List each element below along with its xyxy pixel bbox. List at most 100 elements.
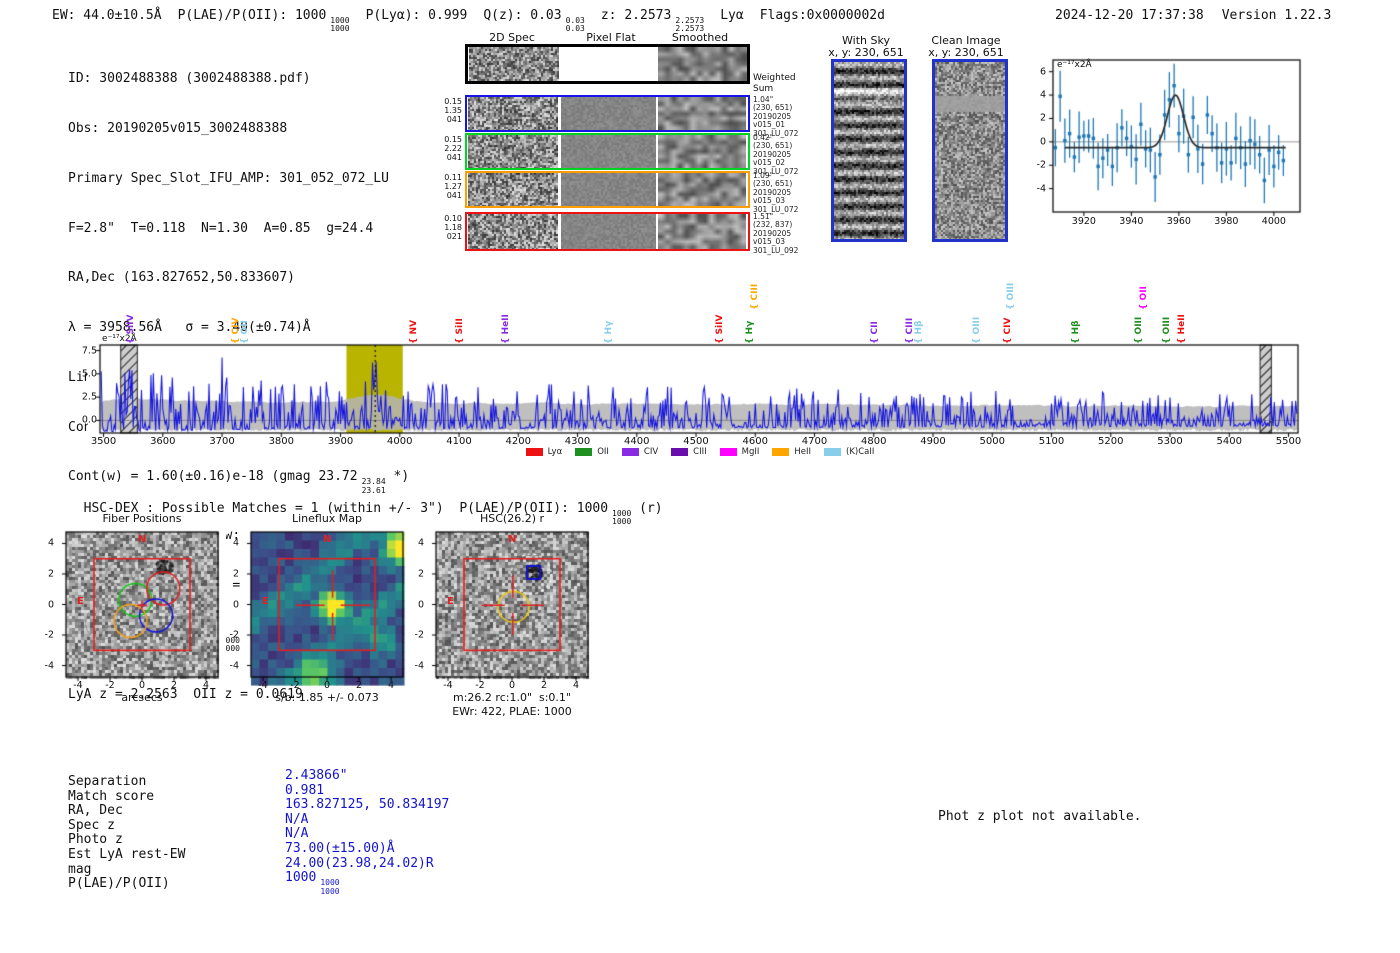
emission-line-label: { OII — [1138, 286, 1149, 310]
cutout-y-tick-label: 4 — [232, 537, 239, 549]
spectrum-x-tick-label: 3900 — [327, 436, 354, 447]
spec2d-title-2dspec: 2D Spec — [489, 31, 535, 44]
match-value-frac-lo: 1000 — [320, 886, 340, 896]
cutout-y-tick-label: 0 — [47, 599, 54, 610]
spec2d-row — [465, 171, 750, 208]
legend-item: CIV — [621, 447, 659, 457]
emission-line-label: { OII — [240, 320, 251, 344]
spectrum-x-tick-label: 5400 — [1216, 436, 1242, 447]
spec2d-left-label: 021 — [446, 232, 462, 241]
fit-y-tick-label: 2 — [1039, 112, 1046, 124]
spectrum-x-tick-label: 5100 — [1038, 436, 1065, 447]
match-row-value: 24.00(23.98,24.02)R — [285, 856, 434, 871]
legend-label: MgII — [741, 447, 760, 457]
cutout-x-tick-label: -2 — [475, 680, 485, 691]
legend-label: Lyα — [547, 447, 563, 457]
cutout-xlabel-2: EWr: 422, PLAE: 1000 — [452, 705, 572, 718]
cutout-x-tick-label: 2 — [540, 680, 548, 691]
spectrum-y-tick-label: 5.0 — [81, 368, 97, 380]
spectrum-x-tick-label: 4800 — [861, 436, 887, 447]
fit-x-tick-label: 3980 — [1214, 216, 1239, 227]
cutout-x-tick-label: 0 — [138, 680, 146, 691]
spec2d-right-label: 301_LU_092 — [753, 245, 799, 255]
legend-label: CIV — [643, 447, 659, 457]
cutout-x-tick-label: 0 — [508, 680, 516, 691]
info-obs: Obs: 20190205v015_3002488388 — [68, 120, 288, 136]
compass-east-label: E — [447, 596, 454, 607]
fit-plot-units-label: e⁻¹⁷x2Å — [1057, 60, 1092, 70]
match-row-value: N/A — [285, 826, 308, 841]
cutout-x-tick-label: -4 — [443, 680, 453, 691]
match-row-label: Est LyA rest-EW — [68, 847, 186, 862]
match-row-value: 73.00(±15.00)Å — [285, 841, 395, 856]
spec2d-row-2d-image — [468, 173, 558, 206]
cutout-x-tick-label: 2 — [170, 680, 178, 691]
header-line-id: Lyα — [720, 8, 744, 23]
spec2d-weighted-smoothed-image — [658, 47, 747, 81]
spec2d-title-smoothed: Smoothed — [671, 31, 729, 44]
spectrum-y-tick-label: 0.0 — [81, 414, 97, 426]
with-sky-coords: x, y: 230, 651 — [828, 46, 904, 59]
spectrum-x-tick-label: 4200 — [505, 436, 532, 447]
emission-line-label: { OIII — [1133, 316, 1144, 344]
spectrum-x-tick-label: 4600 — [742, 436, 769, 447]
fit-y-tick-label: -4 — [1036, 183, 1046, 195]
clean-image-coords: x, y: 230, 651 — [928, 46, 1004, 59]
match-value-text: 1000 — [285, 870, 317, 886]
emission-line-label: { CII — [869, 321, 880, 344]
spectrum-x-tick-label: 4500 — [683, 436, 709, 447]
legend-item: MgII — [719, 447, 760, 457]
spectrum-x-tick-label: 4100 — [446, 436, 472, 447]
match-row-value: 0.981 — [285, 783, 324, 798]
spectrum-x-tick-label: 3600 — [150, 436, 176, 447]
fit-y-tick-label: 6 — [1039, 66, 1046, 78]
spec2d-title-pixelflat: Pixel Flat — [586, 31, 636, 44]
fit-y-tick-label: -2 — [1036, 159, 1046, 171]
emission-line-label: { OIII — [971, 316, 982, 344]
qz-fraction: 0.03 0.03 — [565, 16, 585, 34]
with-sky-image — [831, 59, 907, 242]
legend-swatch — [621, 448, 639, 456]
cutout-y-tick-label: 4 — [417, 537, 424, 549]
cutout-y-tick-label: 2 — [232, 568, 239, 580]
spec2d-row-2d-image — [468, 135, 558, 168]
legend-label: (K)CaII — [846, 447, 875, 457]
spec2d-left-label: 041 — [446, 191, 462, 200]
match-value-text: 2.43866" — [285, 768, 348, 783]
legend-swatch — [575, 448, 593, 456]
spectrum-x-tick-label: 3500 — [90, 436, 117, 447]
spec2d-left-label: 2.22 — [444, 144, 462, 153]
info-id: ID: 3002488388 (3002488388.pdf) — [68, 71, 311, 87]
spec2d-row-smoothed-image — [658, 135, 746, 168]
plae-fraction: 1000 1000 — [330, 16, 350, 34]
cutout-x-tick-label: 4 — [387, 680, 395, 691]
legend-item: OII — [575, 447, 609, 457]
spectrum-x-tick-label: 3700 — [209, 436, 235, 447]
cutout-x-tick-label: -2 — [105, 680, 115, 691]
cutout-xlabel: s/b: 1.85 +/- 0.073 — [275, 691, 379, 704]
match-row-value: N/A — [285, 812, 308, 827]
match-value-text: N/A — [285, 811, 309, 827]
fit-x-tick-label: 3940 — [1119, 216, 1144, 227]
info-primary-spec: Primary Spec_Slot_IFU_AMP: 301_052_072_L… — [68, 170, 389, 186]
spectrum-y-tick-label: 2.5 — [81, 391, 97, 403]
legend-label: HeII — [794, 447, 812, 457]
cutout-y-tick-label: -2 — [229, 629, 239, 641]
spec2d-row-smoothed-image — [658, 97, 746, 130]
match-value-text: N/A — [285, 826, 309, 842]
photz-note: Phot z plot not available. — [938, 809, 1142, 824]
fit-x-tick-label: 3920 — [1071, 216, 1096, 227]
spec2d-left-label: 1.35 — [444, 106, 462, 115]
elixer-report-page: { "header": { "ew": "EW: 44.0±10.5Å", "p… — [0, 0, 1400, 953]
spec2d-left-label: 1.18 — [444, 223, 462, 232]
legend-swatch — [719, 448, 737, 456]
spec2d-left-label: 0.10 — [444, 214, 462, 223]
spectrum-x-tick-label: 4300 — [564, 436, 591, 447]
spec2d-row-pixelflat-image — [561, 214, 656, 249]
legend-label: CIII — [693, 447, 707, 457]
full-spectrum-canvas — [88, 338, 1312, 446]
emission-line-label: { CIII — [749, 283, 760, 310]
match-row-value: 2.43866" — [285, 768, 348, 783]
spec2d-row-2d-image — [468, 97, 558, 130]
emission-line-label: { HeII — [500, 314, 511, 344]
